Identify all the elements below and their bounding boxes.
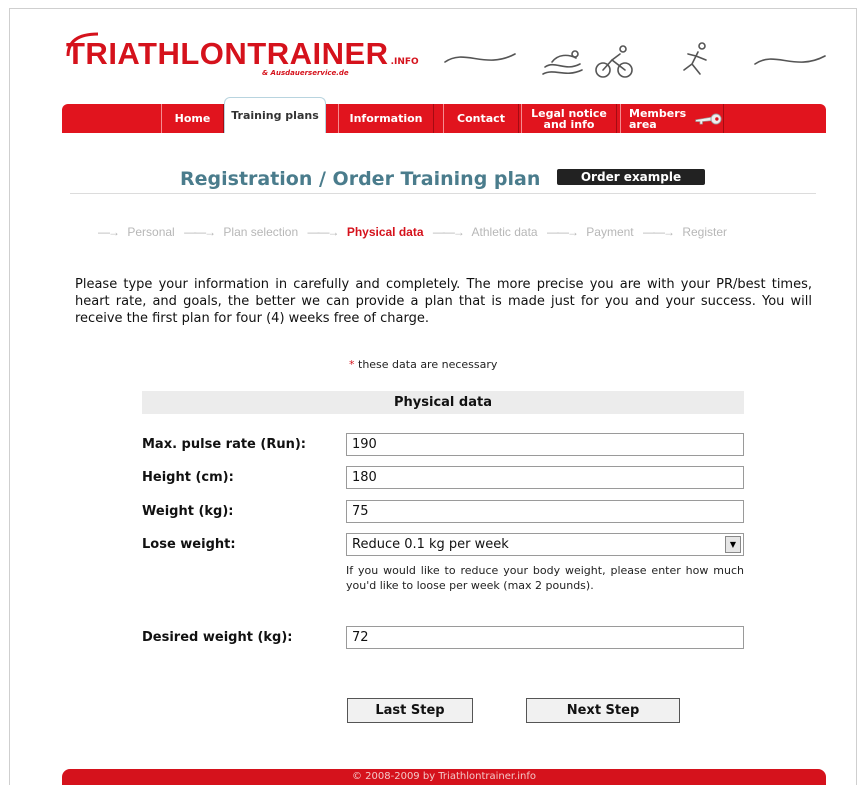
nav-legal-label: Legal notice and info [531,108,607,130]
logo-subtitle: & Ausdauerservice.de [262,69,349,77]
wave-left-icon [444,53,516,63]
logo-suffix: .INFO [390,57,419,67]
footer-copyright: © 2008-2009 by Triathlontrainer.info [62,769,826,785]
intro-text: Please type your information in carefull… [75,277,812,326]
nav-legal-notice[interactable]: Legal notice and info [521,104,617,133]
step-arrow-icon: ——→ [184,225,216,239]
step-plan-selection: Plan selection [223,225,299,239]
next-step-button[interactable]: Next Step [526,698,680,723]
nav-home-label: Home [174,112,211,125]
max-pulse-label: Max. pulse rate (Run): [142,437,306,452]
step-register: Register [682,225,728,239]
max-pulse-input[interactable]: 190 [346,433,744,456]
sport-icons [440,40,830,89]
logo-arc-icon [66,32,99,57]
lose-weight-help: If you would like to reduce your body we… [346,564,744,592]
swimmer-icon [542,50,583,75]
required-text: these data are necessary [358,358,498,371]
desired-weight-input[interactable]: 72 [346,626,744,649]
desired-weight-label: Desired weight (kg): [142,630,293,645]
progress-steps: —→ Personal ——→ Plan selection ——→ Physi… [92,225,727,239]
step-arrow-icon: ——→ [642,225,675,239]
nav-information[interactable]: Information [338,104,434,133]
wave-right-icon [754,55,826,65]
nav-members-label: Members area [629,108,686,130]
cyclist-icon [595,45,633,78]
chevron-down-icon[interactable]: ▼ [725,536,741,553]
nav-training-plans-label: Training plans [231,109,319,122]
weight-input[interactable]: 75 [346,500,744,523]
page-title: Registration / Order Training plan [180,168,541,190]
section-title: Physical data [142,391,744,414]
step-payment: Payment [586,225,634,239]
nav-information-label: Information [349,112,423,125]
runner-icon [683,42,707,75]
height-label: Height (cm): [142,470,234,485]
lose-weight-select[interactable]: Reduce 0.1 kg per week ▼ [346,533,744,556]
nav-home[interactable]: Home [161,104,224,133]
step-arrow-icon: ——→ [546,225,579,239]
key-icon [695,112,722,125]
last-step-button[interactable]: Last Step [347,698,473,723]
site-logo[interactable]: TRIATHLONTRAINER .INFO & Ausdauerservice.… [66,32,419,77]
nav-members-area[interactable]: Members area [620,104,724,133]
nav-contact-label: Contact [457,112,505,125]
required-note: * these data are necessary [349,358,497,371]
lose-weight-value: Reduce 0.1 kg per week [352,537,509,552]
step-physical-data: Physical data [346,225,424,239]
nav-training-plans[interactable]: Training plans [224,97,326,133]
weight-label: Weight (kg): [142,504,234,519]
nav-legal-line2: and info [543,117,595,131]
required-star: * [349,358,355,371]
step-arrow-icon: ——→ [432,225,465,239]
step-arrow-icon: —→ [98,225,120,239]
step-arrow-icon: ——→ [307,225,339,239]
lose-weight-label: Lose weight: [142,537,236,552]
nav-members-line2: area [629,117,657,131]
logo-title: TRIATHLONTRAINER [66,36,389,71]
step-personal: Personal [127,225,175,239]
nav-contact[interactable]: Contact [443,104,519,133]
step-athletic-data: Athletic data [471,225,538,239]
title-divider [70,193,816,194]
order-example-button[interactable]: Order example [557,169,705,185]
height-input[interactable]: 180 [346,466,744,489]
